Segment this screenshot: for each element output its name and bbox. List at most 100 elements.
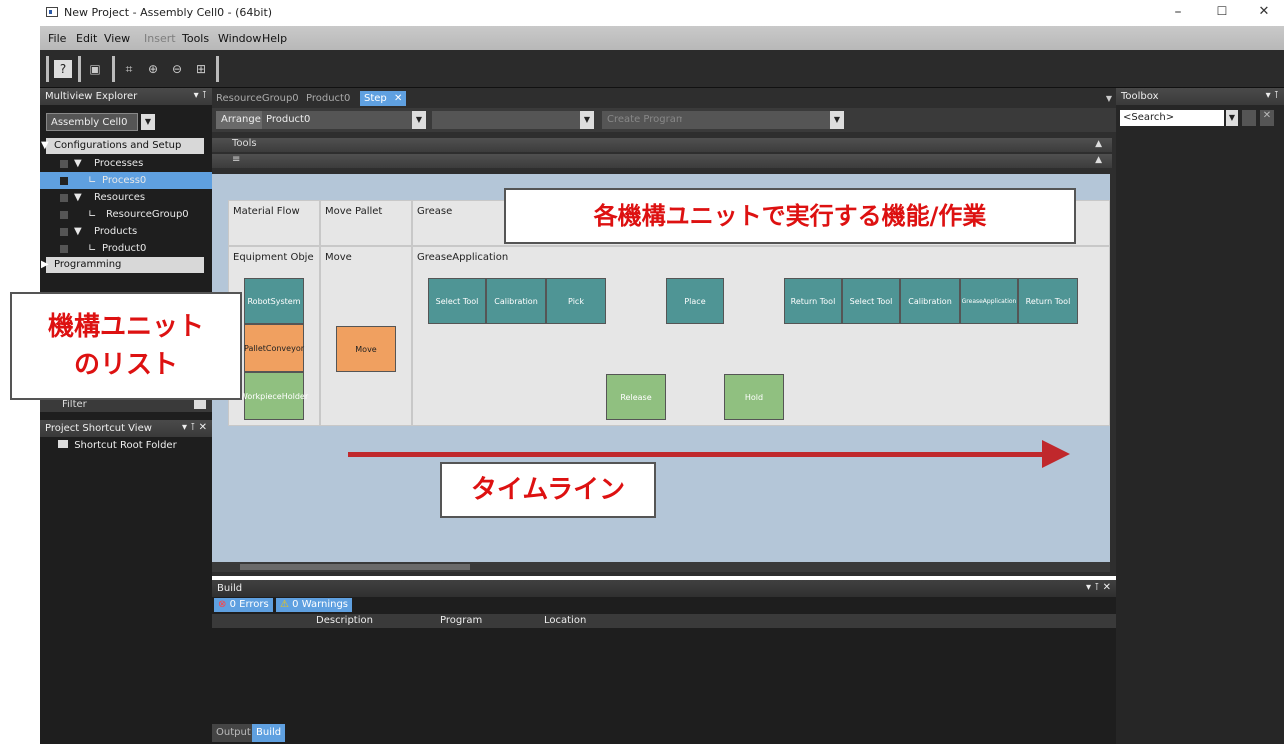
unit-workpiece-holder[interactable]: WorkpieceHolder [240, 372, 308, 420]
panel-controls[interactable]: ▾ ⊺ ✕ [1086, 582, 1111, 593]
menu-section-bar[interactable]: ≡ ▲ [212, 154, 1112, 168]
tree-marker [60, 211, 68, 219]
menu-window[interactable]: Window [218, 32, 261, 45]
shortcut-root-folder[interactable]: Shortcut Root Folder [58, 440, 177, 451]
clear-icon[interactable]: ✕ [1260, 110, 1274, 126]
toolbar-separator [216, 56, 219, 82]
scrollbar-thumb[interactable] [240, 564, 470, 570]
minimize-button[interactable]: – [1168, 4, 1188, 20]
step-place[interactable]: Place [666, 278, 724, 324]
warnings-filter[interactable]: ⚠ 0 Warnings [276, 598, 353, 612]
toolbar: ? ▣ ⌗ ⊕ ⊖ ⊞ [40, 50, 1284, 88]
column-description[interactable]: Description [316, 615, 373, 626]
zoom-area-icon[interactable]: ⊞ [192, 60, 210, 78]
step-select-tool[interactable]: Select Tool [428, 278, 486, 324]
product-select[interactable]: Product0 [262, 111, 412, 129]
tree-item-products[interactable]: ▼ Products [40, 223, 212, 240]
panel-title: Toolbox [1121, 91, 1159, 102]
errors-count: 0 Errors [229, 599, 269, 610]
errors-filter[interactable]: ⊗ 0 Errors [214, 598, 273, 612]
step-grease-application[interactable]: GreaseApplication [960, 278, 1018, 324]
lane-header-move-pallet: Move Pallet [320, 200, 412, 246]
tab-step[interactable]: Step ✕ [360, 91, 407, 106]
tab-product0[interactable]: Product0 [302, 91, 354, 106]
panel-title: Project Shortcut View [45, 423, 152, 434]
device-select[interactable]: Assembly Cell0 ▼ [46, 113, 155, 131]
help-icon[interactable]: ? [54, 60, 72, 78]
collapse-icon[interactable]: ▲ [1095, 139, 1102, 149]
step-hold[interactable]: Hold [724, 374, 784, 420]
menu-view[interactable]: View [104, 32, 130, 45]
tools-label: Tools [232, 138, 257, 149]
tree-group-configurations[interactable]: ▼ Configurations and Setup [41, 138, 204, 154]
column-location[interactable]: Location [544, 615, 586, 626]
search-icon[interactable] [1242, 110, 1256, 126]
horizontal-scrollbar[interactable] [212, 562, 1110, 572]
error-icon: ⊗ [218, 599, 227, 610]
tree-label: Products [94, 226, 138, 237]
tab-build[interactable]: Build [252, 724, 286, 742]
tree-label: Processes [94, 158, 144, 169]
menu-insert[interactable]: Insert [144, 32, 176, 45]
lane-header-material-flow: Material Flow [228, 200, 320, 246]
tree-item-resourcegroup0[interactable]: ∟ ResourceGroup0 [40, 206, 212, 223]
chevron-down-icon[interactable]: ▼ [141, 114, 155, 130]
tree-label: ResourceGroup0 [106, 209, 189, 220]
step-move[interactable]: Move [336, 326, 396, 372]
close-tab-icon[interactable]: ✕ [394, 93, 402, 104]
step-release[interactable]: Release [606, 374, 666, 420]
tab-resourcegroup0[interactable]: ResourceGroup0 [212, 91, 303, 106]
callout-functions: 各機構ユニットで実行する機能/作業 [504, 188, 1076, 244]
close-button[interactable]: ✕ [1254, 4, 1274, 19]
tab-label: Step [364, 93, 387, 104]
step-pick[interactable]: Pick [546, 278, 606, 324]
unit-robot-system[interactable]: RobotSystem [244, 278, 304, 324]
view-3d-icon[interactable]: ▣ [86, 60, 104, 78]
unit-pallet-conveyor[interactable]: PalletConveyor [244, 324, 304, 372]
chevron-down-icon[interactable]: ▼ [580, 111, 594, 129]
arrange-button[interactable]: Arrange [216, 111, 266, 129]
zoom-out-icon[interactable]: ⊖ [168, 60, 186, 78]
menu-tools[interactable]: Tools [182, 32, 209, 45]
chevron-down-icon[interactable]: ▼ [1226, 110, 1238, 126]
tree-group-programming[interactable]: ▶ Programming [41, 257, 204, 273]
panel-controls[interactable]: ▾ ⊺ [194, 90, 207, 101]
panel-title: Multiview Explorer [45, 91, 138, 102]
menu-icon: ≡ [232, 154, 241, 165]
tree-label: Resources [94, 192, 146, 203]
chevron-down-icon[interactable]: ▼ [412, 111, 426, 129]
tree-marker [60, 194, 68, 202]
menu-edit[interactable]: Edit [76, 32, 97, 45]
step-select-tool-2[interactable]: Select Tool [842, 278, 900, 324]
maximize-button[interactable]: ☐ [1212, 4, 1232, 18]
tree-item-resources[interactable]: ▼ Resources [40, 189, 212, 206]
filter-label: Filter [62, 399, 87, 410]
tab-output[interactable]: Output [212, 724, 255, 742]
chevron-down-icon[interactable]: ▼ [830, 111, 844, 129]
fit-icon[interactable]: ⌗ [120, 60, 138, 78]
column-program[interactable]: Program [440, 615, 482, 626]
collapse-icon[interactable]: ▲ [1095, 155, 1102, 165]
step-calibration[interactable]: Calibration [486, 278, 546, 324]
tab-list-icon[interactable]: ▼ [1106, 94, 1112, 103]
toolbox-search-input[interactable]: <Search> [1120, 110, 1224, 126]
resource-select[interactable] [432, 111, 580, 129]
step-return-tool-2[interactable]: Return Tool [1018, 278, 1078, 324]
tree-item-product0[interactable]: ∟ Product0 [40, 240, 212, 257]
tree-item-processes[interactable]: ▼ Processes [40, 155, 212, 172]
menu-help[interactable]: Help [262, 32, 287, 45]
tree-marker [60, 245, 68, 253]
panel-controls[interactable]: ▾ ⊺ ✕ [182, 422, 207, 433]
zoom-in-icon[interactable]: ⊕ [144, 60, 162, 78]
create-program-button[interactable]: Create Program [602, 111, 691, 129]
tools-section-bar[interactable]: Tools ▲ [212, 138, 1112, 152]
device-select-value: Assembly Cell0 [51, 117, 128, 128]
step-return-tool[interactable]: Return Tool [784, 278, 842, 324]
panel-controls[interactable]: ▾ ⊺ [1266, 90, 1279, 101]
warning-icon: ⚠ [280, 599, 289, 610]
step-calibration-2[interactable]: Calibration [900, 278, 960, 324]
tree-item-process0[interactable]: ∟ Process0 [40, 172, 212, 189]
menu-file[interactable]: File [48, 32, 66, 45]
program-select[interactable] [682, 111, 830, 129]
panel-title: Build [217, 583, 243, 594]
